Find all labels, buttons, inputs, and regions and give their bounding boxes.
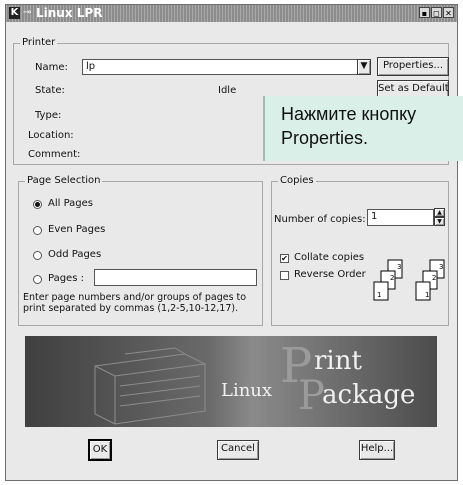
name-label: Name: [35, 62, 68, 73]
state-value: Idle [218, 85, 237, 96]
window-title: Linux LPR [36, 6, 103, 20]
instruction-callout: Нажмите кнопку Properties. [263, 96, 463, 161]
callout-line-2: Properties. [281, 128, 369, 148]
radio-pages[interactable] [33, 275, 42, 284]
collate-label[interactable]: Collate copies [294, 252, 364, 264]
pages-input[interactable] [94, 269, 257, 286]
pages-label[interactable]: Pages : [48, 273, 84, 285]
type-label: Type: [35, 110, 62, 121]
page-number-3b: 3 [439, 263, 443, 271]
page-number-2b: 2 [432, 274, 436, 282]
banner-linux-text: Linux [221, 380, 273, 401]
copies-input[interactable]: 1 [367, 209, 434, 226]
odd-pages-label[interactable]: Odd Pages [48, 249, 101, 261]
reverse-order-label[interactable]: Reverse Order [294, 269, 366, 281]
linux-lpr-dialog: K ⊸ Linux LPR ▪ ◻ ✕ Printer Name: lp ▼ P… [5, 4, 458, 481]
spin-down-icon[interactable]: ▼ [434, 217, 445, 226]
pages-hint: Enter page numbers and/or groups of page… [23, 292, 247, 314]
location-label: Location: [28, 130, 74, 141]
banner-print-text: rint [314, 346, 362, 376]
radio-odd-pages[interactable] [33, 251, 42, 260]
radio-all-pages[interactable] [33, 200, 42, 209]
reverse-order-checkbox[interactable] [280, 271, 289, 280]
printer-dropdown-button[interactable]: ▼ [357, 59, 371, 75]
page-number-1b: 1 [425, 291, 429, 299]
ok-button[interactable]: OK [88, 439, 112, 461]
printer-name-field[interactable]: lp [82, 59, 367, 75]
page-selection-title: Page Selection [25, 175, 103, 187]
pin-icon[interactable]: ⊸ [23, 7, 31, 19]
banner-package-text: ackage [322, 380, 416, 410]
printer-group-title: Printer [20, 37, 58, 49]
cancel-button[interactable]: Cancel [217, 440, 259, 460]
collate-checkbox[interactable]: ✔ [280, 254, 289, 263]
page-number-3a: 3 [397, 263, 401, 271]
minimize-icon[interactable]: ▪ [419, 7, 430, 18]
callout-line-1: Нажмите кнопку [281, 104, 417, 124]
comment-label: Comment: [28, 149, 81, 160]
banner-letter-p-small: P [298, 373, 325, 419]
help-button[interactable]: Help... [359, 440, 395, 460]
even-pages-label[interactable]: Even Pages [48, 224, 105, 236]
properties-button[interactable]: Properties... [377, 57, 449, 76]
page-number-2a: 2 [390, 274, 394, 282]
spin-up-icon[interactable]: ▲ [434, 208, 445, 217]
all-pages-label[interactable]: All Pages [48, 198, 93, 210]
maximize-icon[interactable]: ◻ [431, 7, 442, 18]
collate-illustration-icon: 3 2 1 3 2 1 [373, 259, 445, 301]
title-bar[interactable]: K ⊸ Linux LPR ▪ ◻ ✕ [6, 5, 457, 22]
number-of-copies-label: Number of copies: [274, 214, 366, 225]
print-package-banner: Linux P rint P ackage [25, 336, 437, 427]
kde-icon[interactable]: K [9, 7, 20, 19]
radio-even-pages[interactable] [33, 226, 42, 235]
state-label: State: [35, 85, 65, 96]
close-icon[interactable]: ✕ [443, 7, 454, 18]
copies-group-title: Copies [278, 175, 316, 187]
page-number-1a: 1 [377, 291, 381, 299]
